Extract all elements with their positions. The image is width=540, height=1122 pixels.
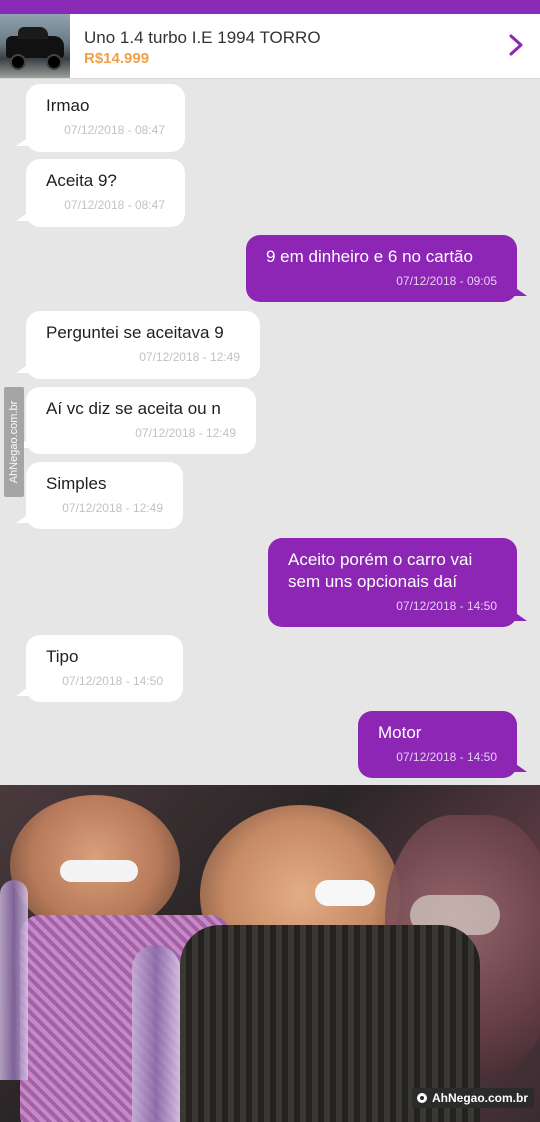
message-text: Motor	[378, 723, 422, 742]
message-time: 07/12/2018 - 08:47	[64, 123, 165, 137]
message-bubble-sent: 9 em dinheiro e 6 no cartão 07/12/2018 -…	[246, 235, 527, 302]
message-bubble-received: Irmao 07/12/2018 - 08:47	[16, 84, 185, 152]
watermark-bottom: AhNegao.com.br	[411, 1088, 534, 1108]
message-text: Perguntei se aceitava 9	[46, 323, 224, 342]
message-bubble-received: Simples 07/12/2018 - 12:49	[16, 462, 183, 529]
status-bar	[0, 0, 540, 14]
message-text: 9 em dinheiro e 6 no cartão	[266, 247, 473, 266]
message-bubble-received: Perguntei se aceitava 9 07/12/2018 - 12:…	[16, 311, 260, 379]
message-time: 07/12/2018 - 14:50	[396, 599, 497, 613]
watermark-bottom-text: AhNegao.com.br	[431, 1091, 528, 1105]
message-time: 07/12/2018 - 12:49	[139, 350, 240, 364]
message-time: 07/12/2018 - 14:50	[396, 750, 497, 764]
listing-header[interactable]: Uno 1.4 turbo I.E 1994 TORRO R$14.999	[0, 14, 540, 79]
message-text: Aí vc diz se aceita ou n	[46, 399, 221, 418]
chevron-right-icon[interactable]	[504, 33, 528, 57]
listing-title: Uno 1.4 turbo I.E 1994 TORRO	[84, 28, 321, 47]
message-bubble-sent: Motor 07/12/2018 - 14:50	[358, 711, 527, 778]
listing-price: R$14.999	[84, 50, 150, 67]
message-bubble-received: Tipo 07/12/2018 - 14:50	[16, 635, 183, 702]
message-time: 07/12/2018 - 08:47	[64, 198, 165, 212]
message-time: 07/12/2018 - 12:49	[135, 426, 236, 440]
logo-icon	[416, 1093, 427, 1103]
message-text: Irmao	[46, 96, 90, 115]
message-text: Tipo	[46, 647, 79, 666]
message-text: Simples	[46, 474, 107, 493]
message-text: Aceita 9?	[46, 171, 117, 190]
listing-thumbnail	[0, 14, 70, 78]
watermark-side-text: AhNegao.com.br	[8, 400, 20, 484]
message-time: 07/12/2018 - 14:50	[62, 674, 163, 688]
message-bubble-received: Aceita 9? 07/12/2018 - 08:47	[16, 159, 185, 227]
watermark-side: AhNegao.com.br	[4, 387, 24, 497]
message-bubble-sent: Aceito porém o carro vai sem uns opciona…	[268, 538, 527, 627]
message-time: 07/12/2018 - 09:05	[396, 274, 497, 288]
meme-photo: AhNegao.com.br	[0, 785, 540, 1122]
message-bubble-received: Aí vc diz se aceita ou n 07/12/2018 - 12…	[16, 387, 256, 454]
message-text: Aceito porém o carro vai sem uns opciona…	[288, 550, 473, 591]
message-time: 07/12/2018 - 12:49	[62, 501, 163, 515]
